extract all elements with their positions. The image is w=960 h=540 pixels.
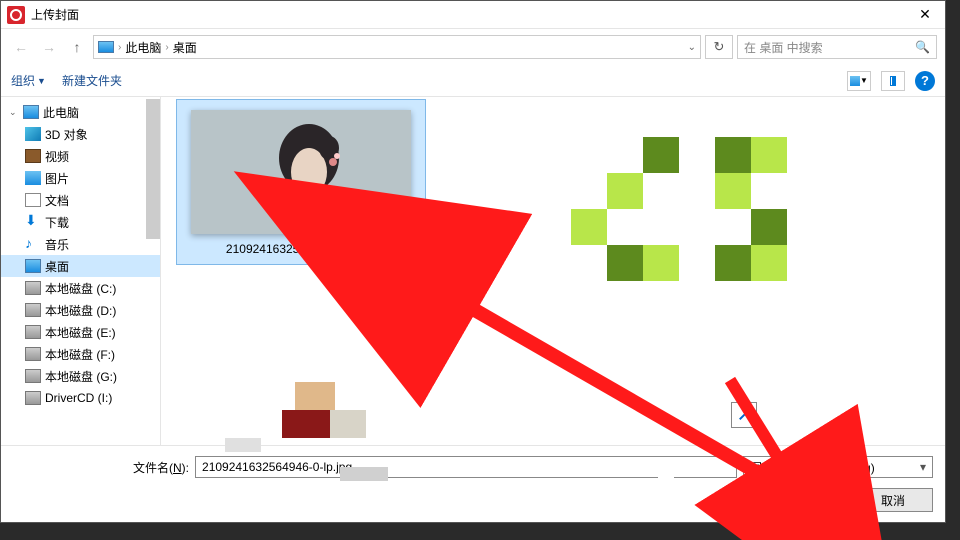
file-list[interactable]: 2109241632564946-0-lp.jpg ↗ [161,97,945,445]
open-button[interactable]: 选择 [763,488,843,512]
help-button[interactable]: ? [915,71,935,91]
sidebar-item-disk-d[interactable]: 本地磁盘 (D:) [1,299,160,321]
sidebar: ⌄此电脑 3D 对象 视频 图片 文档 ⬇下载 ♪音乐 桌面 本地磁盘 (C:)… [1,97,161,445]
toolbar: 组织 ▼ 新建文件夹 ▼ ? [1,65,945,97]
redaction-block [330,410,366,438]
redaction-block [340,467,388,481]
preview-pane-button[interactable] [881,71,905,91]
sidebar-item-disk-e[interactable]: 本地磁盘 (E:) [1,321,160,343]
filename-input[interactable] [195,456,737,478]
sidebar-item-3d[interactable]: 3D 对象 [1,123,160,145]
thumbnail-image [261,118,361,234]
sidebar-item-videos[interactable]: 视频 [1,145,160,167]
search-icon: 🔍 [915,40,930,54]
dialog-body: ⌄此电脑 3D 对象 视频 图片 文档 ⬇下载 ♪音乐 桌面 本地磁盘 (C:)… [1,97,945,445]
redaction-block [295,382,335,410]
sidebar-item-disk-g[interactable]: 本地磁盘 (G:) [1,365,160,387]
redaction-block [282,410,330,438]
navbar: ← → ↑ › 此电脑 › 桌面 ⌄ ↻ 在 桌面 中搜索 🔍 [1,29,945,65]
sidebar-item-downloads[interactable]: ⬇下载 [1,211,160,233]
redaction-block [650,346,710,362]
shortcut-overlay-icon: ↗ [731,402,757,428]
dialog-title: 上传封面 [31,6,905,23]
file-item-selected[interactable]: 2109241632564946-0-lp.jpg [176,99,426,265]
chevron-right-icon: › [118,42,121,53]
sidebar-item-documents[interactable]: 文档 [1,189,160,211]
sidebar-item-disk-f[interactable]: 本地磁盘 (F:) [1,343,160,365]
search-placeholder: 在 桌面 中搜索 [744,39,823,56]
redaction-block [778,466,800,480]
sidebar-item-pictures[interactable]: 图片 [1,167,160,189]
filename-label: 文件名(N): [133,459,189,476]
sidebar-item-drivercd[interactable]: DriverCD (I:) [1,387,160,409]
sidebar-item-music[interactable]: ♪音乐 [1,233,160,255]
chevron-right-icon: › [165,42,168,53]
refresh-button[interactable]: ↻ [705,35,733,59]
organize-menu[interactable]: 组织 ▼ [11,72,46,89]
up-button[interactable]: ↑ [65,35,89,59]
redaction-block [658,467,674,479]
file-open-dialog: 上传封面 ✕ ← → ↑ › 此电脑 › 桌面 ⌄ ↻ 在 桌面 中搜索 🔍 组… [0,0,946,523]
titlebar: 上传封面 ✕ [1,1,945,29]
new-folder-button[interactable]: 新建文件夹 [62,72,122,89]
file-type-filter[interactable]: 图片 (*.png;*.jpeg;*.jpg) [743,456,933,478]
app-icon [7,6,25,24]
breadcrumb-current[interactable]: 桌面 [173,39,197,56]
back-button[interactable]: ← [9,35,33,59]
sidebar-item-disk-c[interactable]: 本地磁盘 (C:) [1,277,160,299]
sidebar-item-pc[interactable]: ⌄此电脑 [1,101,160,123]
pixelated-thumbnail[interactable] [571,137,787,281]
breadcrumb-dropdown-icon[interactable]: ⌄ [688,42,696,53]
sidebar-item-desktop[interactable]: 桌面 [1,255,160,277]
file-thumbnail [191,110,411,234]
redaction-block [225,438,261,452]
view-mode-button[interactable]: ▼ [847,71,871,91]
dialog-footer: 文件名(N): 图片 (*.png;*.jpeg;*.jpg) 选择 取消 [1,445,945,522]
search-input[interactable]: 在 桌面 中搜索 🔍 [737,35,937,59]
forward-button[interactable]: → [37,35,61,59]
scrollbar-thumb[interactable] [146,99,160,239]
file-name-label: 2109241632564946-0-lp.jpg [177,240,425,264]
close-button[interactable]: ✕ [905,1,945,29]
breadcrumb-root[interactable]: 此电脑 [125,39,161,56]
breadcrumb[interactable]: › 此电脑 › 桌面 ⌄ [93,35,701,59]
pc-icon [98,41,114,53]
cancel-button[interactable]: 取消 [853,488,933,512]
